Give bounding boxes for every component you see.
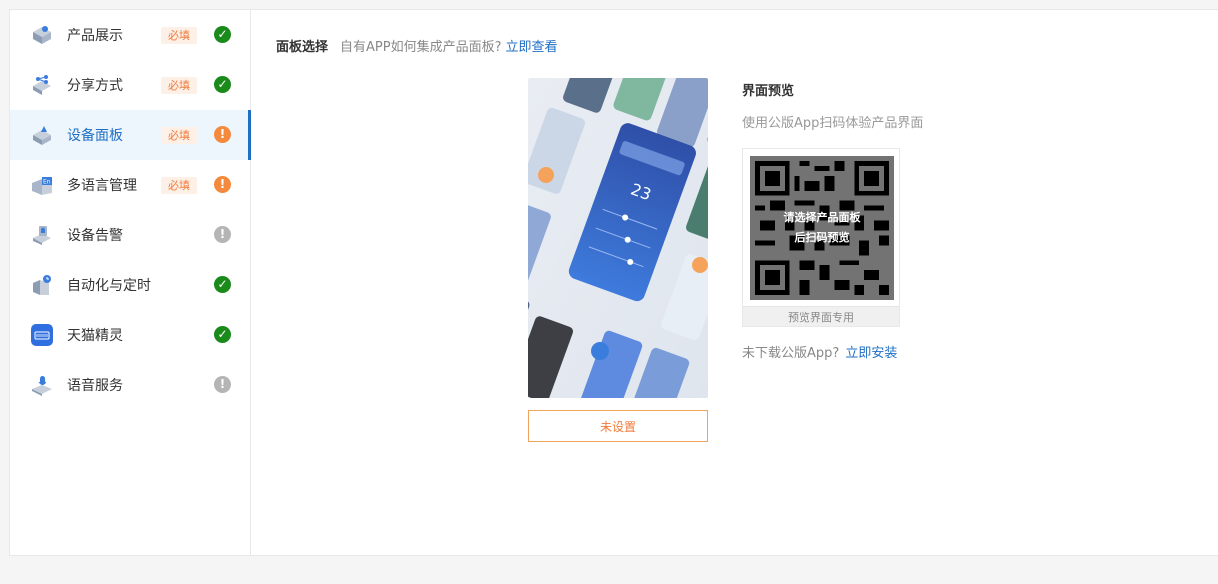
sidebar-item-label: 语音服务 bbox=[67, 378, 123, 394]
info-icon: ! bbox=[214, 376, 231, 393]
svg-text:En: En bbox=[43, 179, 51, 186]
main-panel: 面板选择 自有APP如何集成产品面板? 立即查看 23 未设置 界面预览 使用公… bbox=[251, 10, 1218, 555]
sidebar-item-label: 多语言管理 bbox=[67, 178, 137, 194]
sidebar-item-language[interactable]: En 多语言管理 必填 ! bbox=[10, 160, 250, 210]
warning-icon: ! bbox=[214, 126, 231, 143]
sidebar-item-alarm[interactable]: 设备告警 ! bbox=[10, 210, 250, 260]
sidebar-item-label: 设备面板 bbox=[67, 128, 123, 144]
automation-icon bbox=[30, 273, 54, 297]
sidebar-item-label: 自动化与定时 bbox=[67, 278, 151, 294]
preview-title: 界面预览 bbox=[742, 84, 795, 99]
view-now-link[interactable]: 立即查看 bbox=[506, 36, 558, 55]
sidebar-item-automation[interactable]: 自动化与定时 ✓ bbox=[10, 260, 250, 310]
content-frame: 产品展示 必填 ✓ 分享方式 必填 ✓ 设备面板 必填 ! En 多语言管理 必… bbox=[9, 9, 1218, 556]
qr-overlay-line1: 请选择产品面板 bbox=[783, 211, 861, 224]
sidebar-item-voice-service[interactable]: 语音服务 ! bbox=[10, 360, 250, 410]
tmall-genie-icon bbox=[30, 323, 54, 347]
install-prompt: 未下载公版App? 立即安装 bbox=[742, 342, 897, 361]
qr-overlay: 请选择产品面板 后扫码预览 bbox=[750, 156, 894, 300]
info-icon: ! bbox=[214, 226, 231, 243]
sidebar-item-tmall-genie[interactable]: 天猫精灵 ✓ bbox=[10, 310, 250, 360]
unset-button[interactable]: 未设置 bbox=[528, 410, 708, 442]
page-title: 面板选择 bbox=[276, 40, 329, 55]
install-now-link[interactable]: 立即安装 bbox=[845, 342, 897, 361]
qr-footer-label: 预览界面专用 bbox=[743, 306, 899, 326]
qr-code-box: 请选择产品面板 后扫码预览 预览界面专用 bbox=[742, 148, 900, 327]
check-icon: ✓ bbox=[214, 326, 231, 343]
sidebar-item-label: 分享方式 bbox=[67, 78, 123, 94]
sidebar-item-product-display[interactable]: 产品展示 必填 ✓ bbox=[10, 10, 250, 60]
required-badge: 必填 bbox=[161, 126, 197, 144]
product-display-icon bbox=[30, 23, 54, 47]
required-badge: 必填 bbox=[161, 26, 197, 44]
panel-header: 面板选择 自有APP如何集成产品面板? 立即查看 bbox=[276, 36, 558, 55]
share-icon bbox=[30, 73, 54, 97]
sidebar-item-label: 设备告警 bbox=[67, 228, 123, 244]
sidebar: 产品展示 必填 ✓ 分享方式 必填 ✓ 设备面板 必填 ! En 多语言管理 必… bbox=[10, 10, 251, 555]
check-icon: ✓ bbox=[214, 26, 231, 43]
required-badge: 必填 bbox=[161, 176, 197, 194]
sidebar-item-device-panel[interactable]: 设备面板 必填 ! bbox=[10, 110, 251, 160]
required-badge: 必填 bbox=[161, 76, 197, 94]
alarm-icon bbox=[30, 223, 54, 247]
check-icon: ✓ bbox=[214, 276, 231, 293]
install-text: 未下载公版App? bbox=[742, 346, 840, 361]
sidebar-item-label: 天猫精灵 bbox=[67, 328, 123, 344]
warning-icon: ! bbox=[214, 176, 231, 193]
sidebar-item-label: 产品展示 bbox=[67, 28, 123, 44]
voice-service-icon bbox=[30, 373, 54, 397]
integration-question: 自有APP如何集成产品面板? bbox=[340, 40, 502, 55]
qr-overlay-line2: 后扫码预览 bbox=[794, 231, 850, 244]
panel-preview-image[interactable]: 23 bbox=[528, 78, 708, 398]
preview-subtitle: 使用公版App扫码体验产品界面 bbox=[742, 116, 924, 131]
sidebar-item-share[interactable]: 分享方式 必填 ✓ bbox=[10, 60, 250, 110]
language-icon: En bbox=[30, 173, 54, 197]
device-panel-icon bbox=[30, 123, 54, 147]
check-icon: ✓ bbox=[214, 76, 231, 93]
